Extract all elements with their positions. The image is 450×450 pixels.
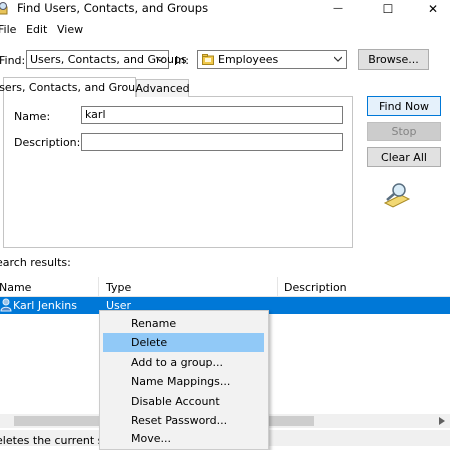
in-location-select[interactable]: Employees [197, 50, 347, 69]
folder-icon [202, 54, 214, 65]
menu-edit[interactable]: Edit [26, 23, 47, 36]
find-app-icon [0, 1, 8, 15]
menu-view[interactable]: View [57, 23, 83, 36]
description-label: Description: [14, 136, 81, 149]
maximize-button[interactable]: ☐ [365, 0, 411, 17]
in-label: In: [175, 54, 189, 67]
scroll-right-button[interactable] [434, 414, 450, 428]
window-title: Find Users, Contacts, and Groups [17, 1, 209, 15]
context-menu-rename[interactable]: Rename [103, 314, 264, 333]
name-input[interactable]: karl [81, 106, 343, 124]
search-results-label: earch results: [0, 256, 71, 269]
context-menu-reset-password[interactable]: Reset Password... [103, 411, 264, 430]
maximize-icon: ☐ [382, 1, 394, 16]
name-label: Name: [14, 110, 51, 123]
column-divider[interactable] [277, 277, 278, 296]
column-header-description[interactable]: Description [284, 281, 347, 294]
row-name-cell: Karl Jenkins [13, 299, 77, 312]
chevron-right-icon [439, 417, 445, 425]
results-header [0, 277, 450, 297]
tab-advanced[interactable]: Advanced [135, 79, 190, 97]
tab-users-contacts-groups[interactable]: Users, Contacts, and Groups [0, 77, 148, 97]
find-type-select[interactable]: Users, Contacts, and Groups [26, 50, 187, 69]
chevron-down-icon [334, 56, 342, 62]
column-header-type[interactable]: Type [106, 281, 131, 294]
close-icon: ✕ [427, 1, 439, 16]
find-now-button[interactable]: Find Now [367, 96, 441, 116]
search-animation-icon [381, 181, 413, 209]
close-button[interactable]: ✕ [410, 0, 450, 17]
clear-all-button[interactable]: Clear All [367, 147, 441, 167]
description-input[interactable] [81, 133, 343, 151]
user-icon [0, 298, 12, 312]
find-label: Find: [0, 54, 26, 67]
chevron-down-icon [156, 56, 164, 62]
stop-button[interactable]: Stop [367, 122, 441, 141]
browse-button[interactable]: Browse... [358, 49, 429, 70]
menu-file[interactable]: File [0, 23, 16, 36]
context-menu-disable-account[interactable]: Disable Account [103, 392, 264, 411]
context-menu-delete[interactable]: Delete [103, 333, 264, 352]
minimize-icon: — [333, 3, 343, 14]
column-header-name[interactable]: Name [0, 281, 31, 294]
context-menu-name-mappings[interactable]: Name Mappings... [103, 372, 264, 391]
in-location-value: Employees [218, 53, 279, 66]
column-divider[interactable] [98, 277, 99, 296]
context-menu-add-to-group[interactable]: Add to a group... [103, 353, 264, 372]
context-menu-move[interactable]: Move... [103, 431, 264, 446]
minimize-button[interactable]: — [315, 0, 361, 17]
